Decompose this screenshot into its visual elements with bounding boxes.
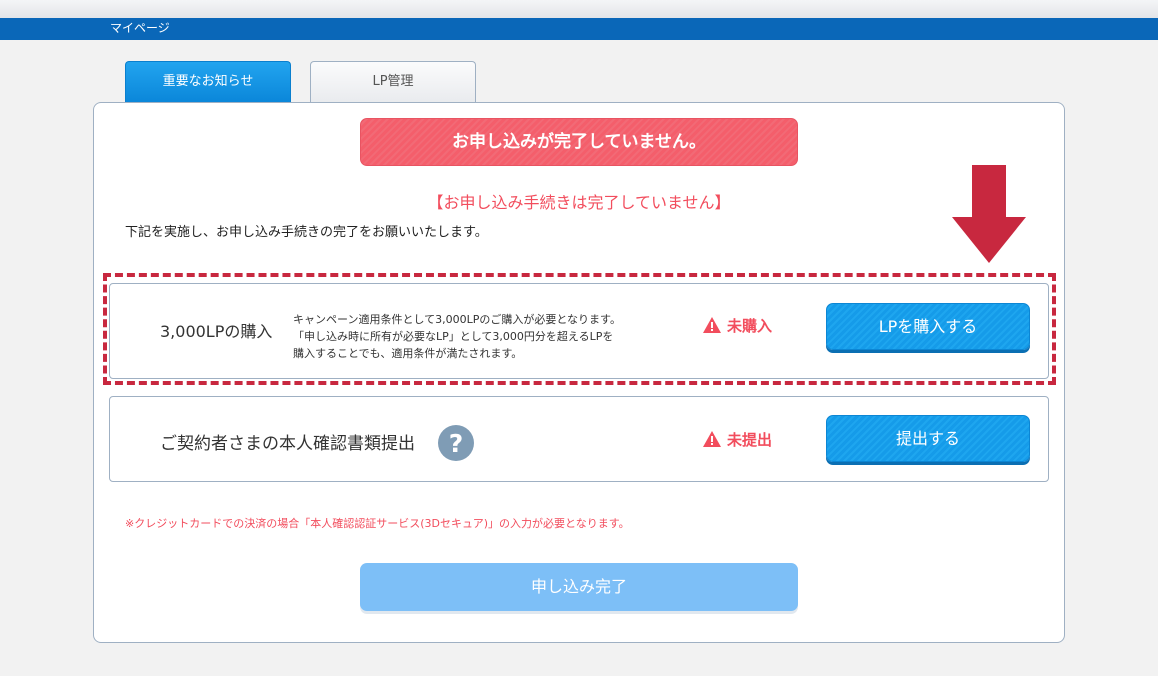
help-icon[interactable]: ?: [437, 424, 475, 466]
credit-card-note: ※クレジットカードでの決済の場合「本人確認認証サービス(3Dセキュア)」の入力が…: [125, 517, 630, 530]
task-row-lp-purchase: 3,000LPの購入 キャンペーン適用条件として3,000LPのご購入が必要とな…: [109, 283, 1049, 379]
task-description-line: 購入することでも、適用条件が満たされます。: [293, 347, 523, 360]
task-description: キャンペーン適用条件として3,000LPのご購入が必要となります。 「申し込み時…: [293, 311, 663, 362]
status-text: 未提出: [727, 431, 773, 449]
page-title: マイページ: [110, 21, 170, 35]
task-description-line: 「申し込み時に所有が必要なLP」として3,000円分を超えるLPを: [293, 330, 614, 343]
buy-lp-button[interactable]: LPを購入する: [826, 303, 1030, 350]
submit-button[interactable]: 提出する: [826, 415, 1030, 462]
main-panel: お申し込みが完了していません。 【お申し込み手続きは完了していません】 下記を実…: [93, 102, 1065, 643]
browser-top-strip: [0, 0, 1158, 18]
task-title: ご契約者さまの本人確認書類提出: [160, 434, 415, 454]
complete-application-button[interactable]: 申し込み完了: [360, 563, 798, 611]
tab-important-notice[interactable]: 重要なお知らせ: [125, 61, 291, 103]
status-badge: 未提出: [703, 429, 772, 451]
svg-text:?: ?: [449, 429, 464, 458]
task-description-line: キャンペーン適用条件として3,000LPのご購入が必要となります。: [293, 313, 621, 326]
alert-banner: お申し込みが完了していません。: [360, 118, 798, 166]
warning-icon: [703, 430, 721, 451]
header-bar: マイページ: [0, 18, 1158, 40]
task-title: 3,000LPの購入: [160, 322, 273, 341]
subheading: 【お申し込み手続きは完了していません】: [427, 193, 731, 212]
instruction-text: 下記を実施し、お申し込み手続きの完了をお願いいたします。: [125, 225, 488, 240]
task-row-id-submission: ご契約者さまの本人確認書類提出 ? 未提出 提出する: [109, 396, 1049, 482]
status-text: 未購入: [727, 317, 773, 335]
warning-icon: [703, 316, 721, 337]
down-arrow-annotation: [950, 165, 1028, 269]
tab-lp-management[interactable]: LP管理: [310, 61, 476, 103]
status-badge: 未購入: [703, 315, 772, 337]
